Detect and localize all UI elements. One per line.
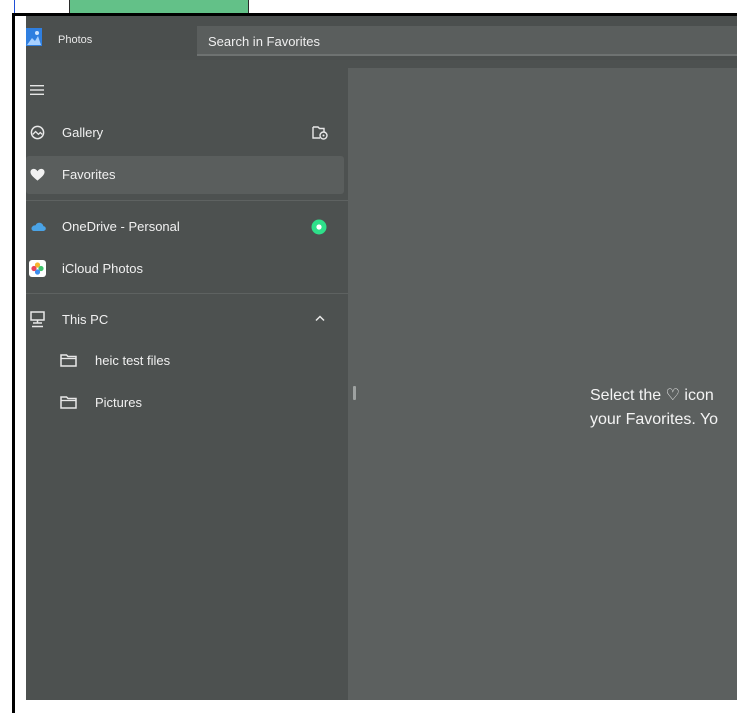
chevron-up-icon[interactable] — [315, 315, 325, 322]
sidebar-item-label: Gallery — [62, 125, 104, 140]
icloud-photos-icon — [29, 260, 46, 277]
sidebar-item-label: Favorites — [62, 167, 116, 182]
sidebar-item-onedrive[interactable]: OneDrive - Personal — [26, 208, 344, 246]
pane-resize-handle[interactable] — [353, 386, 356, 400]
sidebar-item-gallery[interactable]: Gallery — [26, 114, 344, 152]
favorites-content-pane — [348, 68, 737, 700]
sidebar-item-label: heic test files — [95, 353, 171, 368]
onedrive-cloud-icon — [31, 222, 46, 231]
sidebar-item-favorites[interactable]: Favorites — [26, 156, 344, 194]
sidebar-item-heic-test-files[interactable]: heic test files — [26, 342, 344, 380]
sync-status-icon — [311, 219, 327, 235]
add-folder-icon[interactable] — [312, 125, 328, 140]
sidebar-item-pictures[interactable]: Pictures — [26, 384, 344, 422]
empty-state-message-line1: Select the ♡ icon — [590, 387, 714, 404]
sidebar-divider — [26, 200, 348, 201]
sidebar-item-label: Pictures — [95, 395, 142, 410]
sidebar-item-label: OneDrive - Personal — [62, 219, 180, 234]
sidebar-item-icloud-photos[interactable]: iCloud Photos — [26, 250, 344, 288]
hamburger-menu-icon[interactable] — [30, 84, 44, 96]
folder-icon — [60, 354, 77, 367]
background-edge-line — [14, 0, 15, 14]
empty-state-message-line2: your Favorites. Yo — [590, 411, 719, 428]
sidebar-item-this-pc[interactable]: This PC — [26, 301, 344, 339]
photos-app-icon — [26, 28, 42, 46]
sidebar-item-label: iCloud Photos — [62, 261, 143, 276]
background-green-block — [69, 0, 249, 14]
search-input-text: Search in Favorites — [208, 34, 320, 49]
app-title: Photos — [58, 34, 93, 46]
search-input[interactable]: Search in Favorites — [197, 26, 737, 56]
heart-icon — [30, 168, 45, 181]
window-left-gutter — [15, 16, 26, 700]
sidebar-item-label: This PC — [62, 312, 109, 327]
folder-icon — [60, 396, 77, 409]
computer-icon — [30, 311, 45, 328]
sidebar-divider — [26, 293, 348, 294]
gallery-icon — [30, 125, 45, 140]
